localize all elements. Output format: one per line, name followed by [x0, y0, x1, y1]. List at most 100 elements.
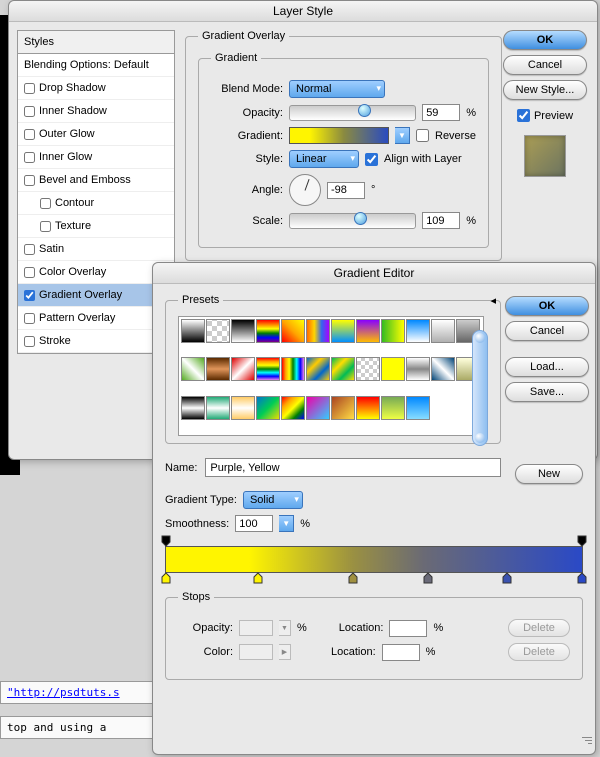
style-row[interactable]: Drop Shadow	[18, 77, 174, 100]
ok-button[interactable]: OK	[503, 30, 587, 50]
opacity-stop[interactable]	[161, 535, 171, 547]
preset-swatch[interactable]	[356, 396, 380, 420]
preset-swatch[interactable]	[306, 319, 330, 343]
ok-button[interactable]: OK	[505, 296, 589, 316]
style-row[interactable]: Texture	[18, 215, 174, 238]
scale-input[interactable]	[422, 212, 460, 229]
preset-swatch[interactable]	[281, 357, 305, 381]
color-stop[interactable]	[502, 572, 512, 584]
cancel-button[interactable]: Cancel	[505, 321, 589, 341]
smoothness-input[interactable]	[235, 515, 273, 532]
new-style-button[interactable]: New Style...	[503, 80, 587, 100]
style-checkbox[interactable]	[24, 129, 35, 140]
scroll-down-icon[interactable]	[475, 433, 485, 443]
style-row[interactable]: Gradient Overlay	[18, 284, 174, 307]
opacity-slider[interactable]	[289, 105, 416, 121]
color-stop[interactable]	[253, 572, 263, 584]
preset-swatch[interactable]	[306, 396, 330, 420]
angle-input[interactable]	[327, 182, 365, 199]
preset-swatch[interactable]	[256, 319, 280, 343]
blend-mode-select[interactable]: Normal▾	[289, 80, 385, 98]
preset-swatch[interactable]	[331, 357, 355, 381]
preview-toggle[interactable]: Preview	[517, 109, 573, 122]
preset-swatch[interactable]	[431, 357, 455, 381]
opacity-stop[interactable]	[577, 535, 587, 547]
preset-swatch[interactable]	[406, 396, 430, 420]
preset-swatch[interactable]	[181, 396, 205, 420]
style-checkbox[interactable]	[24, 336, 35, 347]
style-row[interactable]: Satin	[18, 238, 174, 261]
style-checkbox[interactable]	[24, 313, 35, 324]
new-button[interactable]: New	[515, 464, 583, 484]
smoothness-dropdown-icon[interactable]: ▼	[279, 515, 294, 532]
save-button[interactable]: Save...	[505, 382, 589, 402]
preset-swatch[interactable]	[306, 357, 330, 381]
scale-slider[interactable]	[289, 213, 416, 229]
color-stop[interactable]	[348, 572, 358, 584]
gradient-type-select[interactable]: Solid▾	[243, 491, 303, 509]
preset-swatch[interactable]	[381, 319, 405, 343]
style-row[interactable]: Color Overlay	[18, 261, 174, 284]
preset-swatch[interactable]	[231, 396, 255, 420]
opacity-input[interactable]	[422, 104, 460, 121]
slider-thumb[interactable]	[354, 212, 367, 225]
preset-swatch[interactable]	[406, 319, 430, 343]
preset-swatch[interactable]	[281, 319, 305, 343]
preset-swatch[interactable]	[406, 357, 430, 381]
preview-checkbox[interactable]	[517, 109, 530, 122]
style-select[interactable]: Linear▾	[289, 150, 359, 168]
preset-swatch[interactable]	[331, 396, 355, 420]
style-checkbox[interactable]	[24, 106, 35, 117]
scroll-up-icon[interactable]	[475, 333, 485, 343]
preset-swatch[interactable]	[206, 357, 230, 381]
reverse-checkbox[interactable]	[416, 129, 429, 142]
style-row[interactable]: Bevel and Emboss	[18, 169, 174, 192]
gradient-dropdown-icon[interactable]: ▼	[395, 127, 410, 144]
style-row[interactable]: Inner Glow	[18, 146, 174, 169]
style-checkbox[interactable]	[24, 290, 35, 301]
style-checkbox[interactable]	[24, 267, 35, 278]
slider-thumb[interactable]	[358, 104, 371, 117]
resize-grip-icon[interactable]	[580, 734, 592, 746]
preset-swatch[interactable]	[256, 396, 280, 420]
preset-swatch[interactable]	[206, 396, 230, 420]
style-checkbox[interactable]	[24, 83, 35, 94]
style-row[interactable]: Stroke	[18, 330, 174, 353]
style-row[interactable]: Blending Options: Default	[18, 54, 174, 77]
color-stop[interactable]	[161, 572, 171, 584]
preset-swatch[interactable]	[331, 319, 355, 343]
style-row[interactable]: Pattern Overlay	[18, 307, 174, 330]
preset-swatch[interactable]	[256, 357, 280, 381]
preset-swatch[interactable]	[381, 357, 405, 381]
style-row[interactable]: Contour	[18, 192, 174, 215]
gradient-bar[interactable]	[165, 546, 583, 573]
style-checkbox[interactable]	[40, 198, 51, 209]
style-checkbox[interactable]	[24, 175, 35, 186]
style-row[interactable]: Outer Glow	[18, 123, 174, 146]
angle-dial[interactable]	[289, 174, 321, 206]
presets-menu-icon[interactable]: ◂	[490, 294, 496, 307]
style-checkbox[interactable]	[24, 244, 35, 255]
preset-swatch[interactable]	[356, 357, 380, 381]
bg-link[interactable]: "http://psdtuts.s	[7, 686, 120, 699]
preset-swatch[interactable]	[356, 319, 380, 343]
name-input[interactable]	[205, 458, 501, 477]
style-checkbox[interactable]	[40, 221, 51, 232]
preset-swatch[interactable]	[206, 319, 230, 343]
style-row[interactable]: Inner Shadow	[18, 100, 174, 123]
styles-header[interactable]: Styles	[18, 31, 174, 54]
preset-swatch[interactable]	[181, 357, 205, 381]
preset-swatch[interactable]	[381, 396, 405, 420]
presets-scrollbar[interactable]	[472, 330, 488, 446]
color-stop[interactable]	[423, 572, 433, 584]
preset-swatch[interactable]	[231, 319, 255, 343]
preset-swatch[interactable]	[181, 319, 205, 343]
color-stop[interactable]	[577, 572, 587, 584]
gradient-swatch[interactable]	[289, 127, 389, 144]
preset-swatch[interactable]	[431, 319, 455, 343]
align-checkbox[interactable]	[365, 153, 378, 166]
load-button[interactable]: Load...	[505, 357, 589, 377]
cancel-button[interactable]: Cancel	[503, 55, 587, 75]
preset-swatch[interactable]	[231, 357, 255, 381]
style-checkbox[interactable]	[24, 152, 35, 163]
